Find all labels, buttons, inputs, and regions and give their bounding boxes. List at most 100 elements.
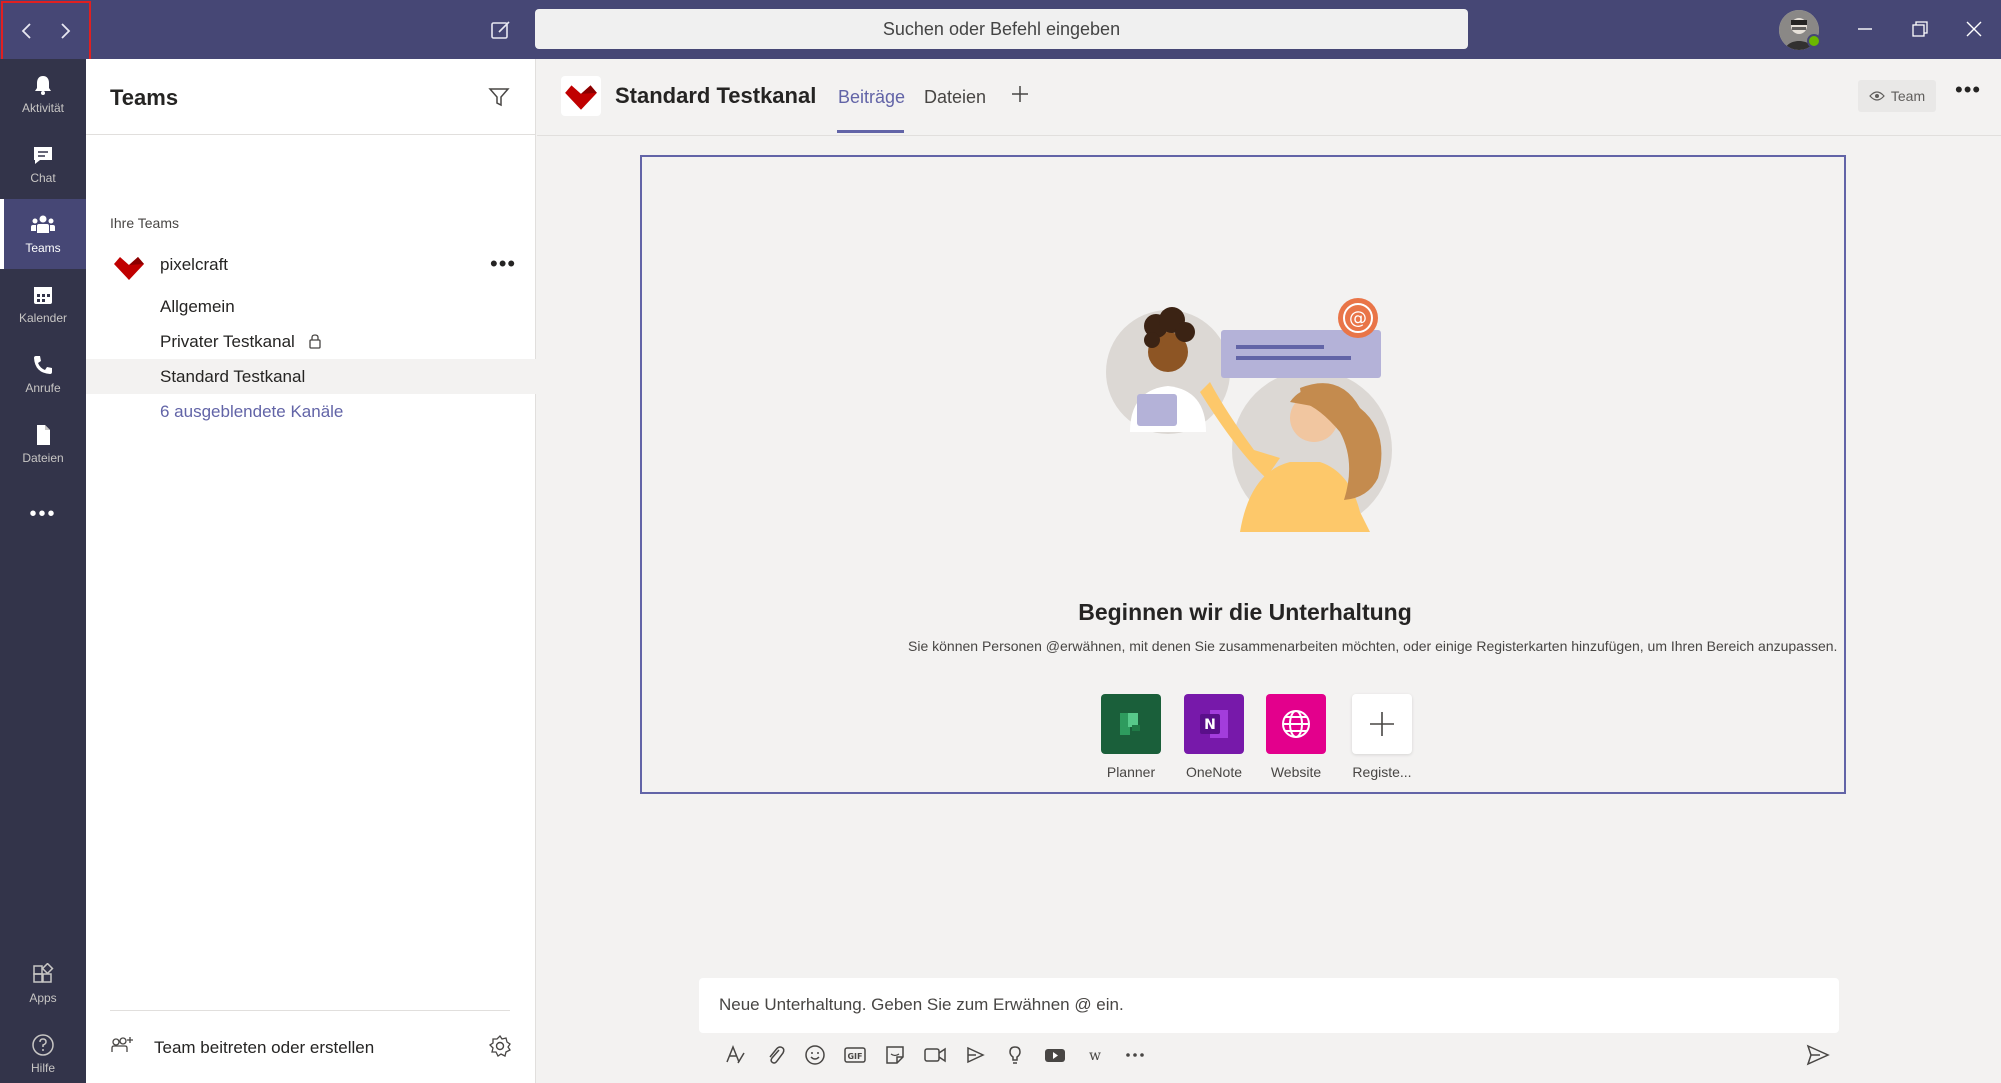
close-icon[interactable] [1958, 14, 1990, 44]
apps-icon [33, 963, 54, 983]
wikipedia-icon[interactable]: w [1075, 1040, 1115, 1070]
team-pill-label: Team [1890, 88, 1926, 104]
app-rail: Aktivität Chat Teams Kalender Anrufe Dat… [0, 59, 86, 1083]
rail-item-label: Anrufe [25, 381, 61, 395]
header-more-options-button[interactable]: ••• [1955, 77, 1981, 103]
filter-icon[interactable] [488, 86, 512, 110]
back-arrow-icon[interactable] [12, 11, 42, 51]
active-tab-indicator [837, 130, 904, 133]
composer-placeholder: Neue Unterhaltung. Geben Sie zum Erwähne… [719, 995, 1124, 1014]
file-icon [37, 425, 50, 445]
join-label: Team beitreten oder erstellen [154, 1038, 375, 1057]
rail-item-calls[interactable]: Anrufe [0, 339, 86, 409]
bell-icon [35, 76, 51, 95]
planner-icon [1101, 694, 1161, 754]
eye-icon [1869, 91, 1885, 101]
tab-files[interactable]: Dateien [924, 87, 986, 108]
app-tile-label: Website [1270, 764, 1322, 780]
channel-team-logo [561, 76, 601, 116]
channel-label: Privater Testkanal [160, 332, 295, 351]
rail-item-apps[interactable]: Apps [0, 949, 86, 1019]
minimize-icon[interactable] [1849, 14, 1881, 44]
rail-item-label: Teams [25, 241, 61, 255]
hidden-channels-link[interactable]: 6 ausgeblendete Kanäle [86, 394, 536, 429]
app-tile-add-tab[interactable]: Registe... [1342, 694, 1422, 780]
app-tile-website[interactable]: Website [1256, 694, 1336, 780]
channel-title: Standard Testkanal [615, 83, 817, 108]
new-conversation-input[interactable]: Neue Unterhaltung. Geben Sie zum Erwähne… [699, 978, 1839, 1033]
team-view-button[interactable]: Team [1858, 80, 1936, 112]
calendar-icon [34, 287, 52, 304]
channel-label: Standard Testkanal [160, 367, 306, 386]
restore-icon[interactable] [1904, 14, 1936, 44]
channel-label: 6 ausgeblendete Kanäle [160, 402, 344, 421]
plus-icon [1352, 694, 1412, 754]
add-tab-plus-icon[interactable] [1005, 79, 1035, 109]
gear-icon[interactable] [488, 1034, 512, 1063]
more-options-icon[interactable] [1115, 1040, 1155, 1070]
channel-item-private[interactable]: Privater Testkanal [86, 324, 536, 359]
rail-item-chat[interactable]: Chat [0, 129, 86, 199]
status-available-badge [1807, 34, 1821, 48]
join-team-icon [110, 1035, 134, 1062]
rail-item-label: Apps [29, 991, 57, 1005]
rail-item-label: Hilfe [30, 1061, 55, 1075]
meet-now-icon[interactable] [915, 1040, 955, 1070]
history-navigation [1, 1, 91, 61]
welcome-subtitle: Sie können Personen @erwähnen, mit denen… [908, 638, 1838, 654]
team-more-options-button[interactable]: ••• [490, 251, 516, 277]
rail-item-label: Kalender [18, 311, 68, 325]
new-chat-compose-icon[interactable] [488, 17, 514, 43]
divider [110, 1010, 510, 1011]
rail-item-activity[interactable]: Aktivität [0, 59, 86, 129]
praise-icon[interactable] [995, 1040, 1035, 1070]
help-icon [32, 1034, 54, 1056]
phone-icon [34, 356, 52, 374]
title-bar: Suchen oder Befehl eingeben [0, 0, 2001, 61]
svg-text:@: @ [1349, 308, 1367, 329]
team-item-pixelcraft[interactable]: pixelcraft ••• [86, 247, 536, 285]
tab-posts[interactable]: Beiträge [838, 87, 905, 108]
format-icon[interactable] [715, 1040, 755, 1070]
sticker-icon[interactable] [875, 1040, 915, 1070]
svg-text:GIF: GIF [847, 1052, 862, 1061]
search-input[interactable]: Suchen oder Befehl eingeben [535, 9, 1468, 49]
team-logo-heart-icon [112, 253, 146, 286]
app-tile-label: Planner [1106, 764, 1156, 780]
channel-item-allgemein[interactable]: Allgemein [86, 289, 536, 324]
youtube-icon[interactable] [1035, 1040, 1075, 1070]
rail-item-calendar[interactable]: Kalender [0, 269, 86, 339]
chat-icon [34, 147, 52, 164]
rail-item-files[interactable]: Dateien [0, 409, 86, 479]
rail-more-button[interactable]: ••• [0, 479, 86, 549]
channel-item-standard[interactable]: Standard Testkanal [86, 359, 536, 394]
forward-arrow-icon[interactable] [50, 11, 80, 51]
send-icon[interactable] [1805, 1042, 1831, 1068]
attach-icon[interactable] [755, 1040, 795, 1070]
teams-panel: Teams Ihre Teams pixelcraft ••• Allgemei… [86, 59, 536, 1083]
channel-label: Allgemein [160, 297, 235, 316]
app-tile-onenote[interactable]: N OneNote [1174, 694, 1254, 780]
conversation-illustration: @ [1090, 282, 1410, 542]
welcome-title: Beginnen wir die Unterhaltung [1078, 599, 1412, 625]
lock-icon [308, 333, 322, 354]
channel-header: Standard Testkanal Beiträge Dateien Team… [537, 59, 2001, 136]
rail-item-teams[interactable]: Teams [0, 199, 86, 269]
team-name: pixelcraft [160, 255, 229, 274]
teams-icon [31, 215, 55, 233]
app-tile-planner[interactable]: Planner [1091, 694, 1171, 780]
svg-text:N: N [1204, 717, 1216, 733]
more-icon: ••• [29, 502, 57, 525]
emoji-icon[interactable] [795, 1040, 835, 1070]
section-label: Ihre Teams [110, 215, 179, 231]
app-tile-label: OneNote [1185, 764, 1243, 780]
globe-icon [1266, 694, 1326, 754]
gif-icon[interactable]: GIF [835, 1040, 875, 1070]
join-or-create-team-button[interactable]: Team beitreten oder erstellen [110, 1032, 512, 1063]
rail-item-label: Dateien [22, 451, 64, 465]
welcome-card: @ Beginnen wir die Unterhaltung Sie könn… [640, 155, 1846, 794]
app-tile-label: Registe... [1352, 764, 1412, 780]
onenote-icon: N [1184, 694, 1244, 754]
stream-icon[interactable] [955, 1040, 995, 1070]
rail-item-help[interactable]: Hilfe [0, 1019, 86, 1083]
